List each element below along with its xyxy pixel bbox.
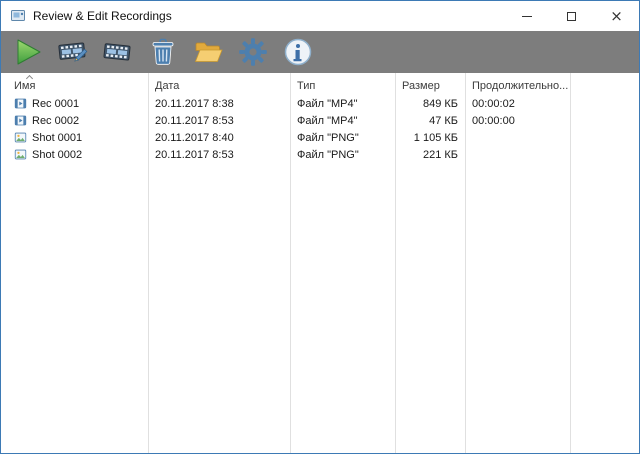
file-size: 1 105 КБ	[395, 132, 465, 144]
maximize-icon	[567, 12, 576, 21]
edit-video-button[interactable]	[56, 36, 89, 69]
image-file-icon	[14, 131, 27, 144]
file-name-cell: Rec 0002	[1, 114, 148, 127]
file-name: Shot 0002	[32, 149, 82, 161]
column-divider	[290, 73, 291, 453]
list-header: Имя Дата Тип Размер Продолжительно...	[1, 73, 639, 95]
file-row[interactable]: Shot 0001 20.11.2017 8:40 Файл "PNG" 1 1…	[1, 129, 639, 146]
file-row[interactable]: Rec 0001 20.11.2017 8:38 Файл "MP4" 849 …	[1, 95, 639, 112]
file-name-cell: Rec 0001	[1, 97, 148, 110]
column-header-label: Имя	[14, 80, 35, 92]
column-header-date[interactable]: Дата	[148, 73, 290, 95]
file-type: Файл "PNG"	[290, 149, 395, 161]
film-edit-icon	[58, 37, 88, 67]
window-controls: ×	[504, 1, 639, 31]
file-date: 20.11.2017 8:40	[148, 132, 290, 144]
trash-icon	[148, 37, 178, 67]
file-name-cell: Shot 0001	[1, 131, 148, 144]
folder-icon	[193, 37, 223, 67]
file-size: 849 КБ	[395, 98, 465, 110]
file-row[interactable]: Shot 0002 20.11.2017 8:53 Файл "PNG" 221…	[1, 146, 639, 163]
file-duration: 00:00:00	[465, 115, 570, 127]
info-button[interactable]	[281, 36, 314, 69]
play-icon	[13, 37, 43, 67]
file-name: Shot 0001	[32, 132, 82, 144]
column-header-label: Продолжительно...	[472, 80, 568, 92]
column-divider	[148, 73, 149, 453]
column-header-label: Дата	[155, 80, 179, 92]
file-list-body: Rec 0001 20.11.2017 8:38 Файл "MP4" 849 …	[1, 95, 639, 163]
file-name-cell: Shot 0002	[1, 148, 148, 161]
video-file-icon	[14, 114, 27, 127]
image-file-icon	[14, 148, 27, 161]
column-divider	[465, 73, 466, 453]
play-button[interactable]	[11, 36, 44, 69]
minimize-icon	[522, 16, 532, 17]
minimize-button[interactable]	[504, 1, 549, 31]
column-header-label: Тип	[297, 80, 315, 92]
cut-video-button[interactable]	[101, 36, 134, 69]
column-divider	[570, 73, 571, 453]
window-title: Review & Edit Recordings	[33, 9, 172, 23]
file-type: Файл "PNG"	[290, 132, 395, 144]
column-header-type[interactable]: Тип	[290, 73, 395, 95]
file-type: Файл "MP4"	[290, 98, 395, 110]
close-button[interactable]: ×	[594, 1, 639, 31]
toolbar	[1, 31, 639, 73]
close-icon: ×	[610, 9, 623, 24]
file-name: Rec 0001	[32, 98, 79, 110]
titlebar[interactable]: Review & Edit Recordings ×	[1, 1, 639, 31]
column-header-size[interactable]: Размер	[395, 73, 465, 95]
file-list: Имя Дата Тип Размер Продолжительно...	[1, 73, 639, 453]
file-duration: 00:00:02	[465, 98, 570, 110]
file-date: 20.11.2017 8:38	[148, 98, 290, 110]
film-strip-icon	[103, 37, 133, 67]
app-window: Review & Edit Recordings ×	[0, 0, 640, 454]
file-type: Файл "MP4"	[290, 115, 395, 127]
file-row[interactable]: Rec 0002 20.11.2017 8:53 Файл "MP4" 47 К…	[1, 112, 639, 129]
file-date: 20.11.2017 8:53	[148, 149, 290, 161]
column-header-label: Размер	[402, 80, 440, 92]
file-size: 221 КБ	[395, 149, 465, 161]
file-date: 20.11.2017 8:53	[148, 115, 290, 127]
settings-button[interactable]	[236, 36, 269, 69]
file-size: 47 КБ	[395, 115, 465, 127]
maximize-button[interactable]	[549, 1, 594, 31]
open-folder-button[interactable]	[191, 36, 224, 69]
video-file-icon	[14, 97, 27, 110]
file-name: Rec 0002	[32, 115, 79, 127]
column-header-duration[interactable]: Продолжительно...	[465, 73, 570, 95]
column-header-name[interactable]: Имя	[1, 73, 148, 95]
gear-icon	[238, 37, 268, 67]
delete-button[interactable]	[146, 36, 179, 69]
app-icon	[10, 8, 26, 24]
column-divider	[395, 73, 396, 453]
info-icon	[283, 37, 313, 67]
